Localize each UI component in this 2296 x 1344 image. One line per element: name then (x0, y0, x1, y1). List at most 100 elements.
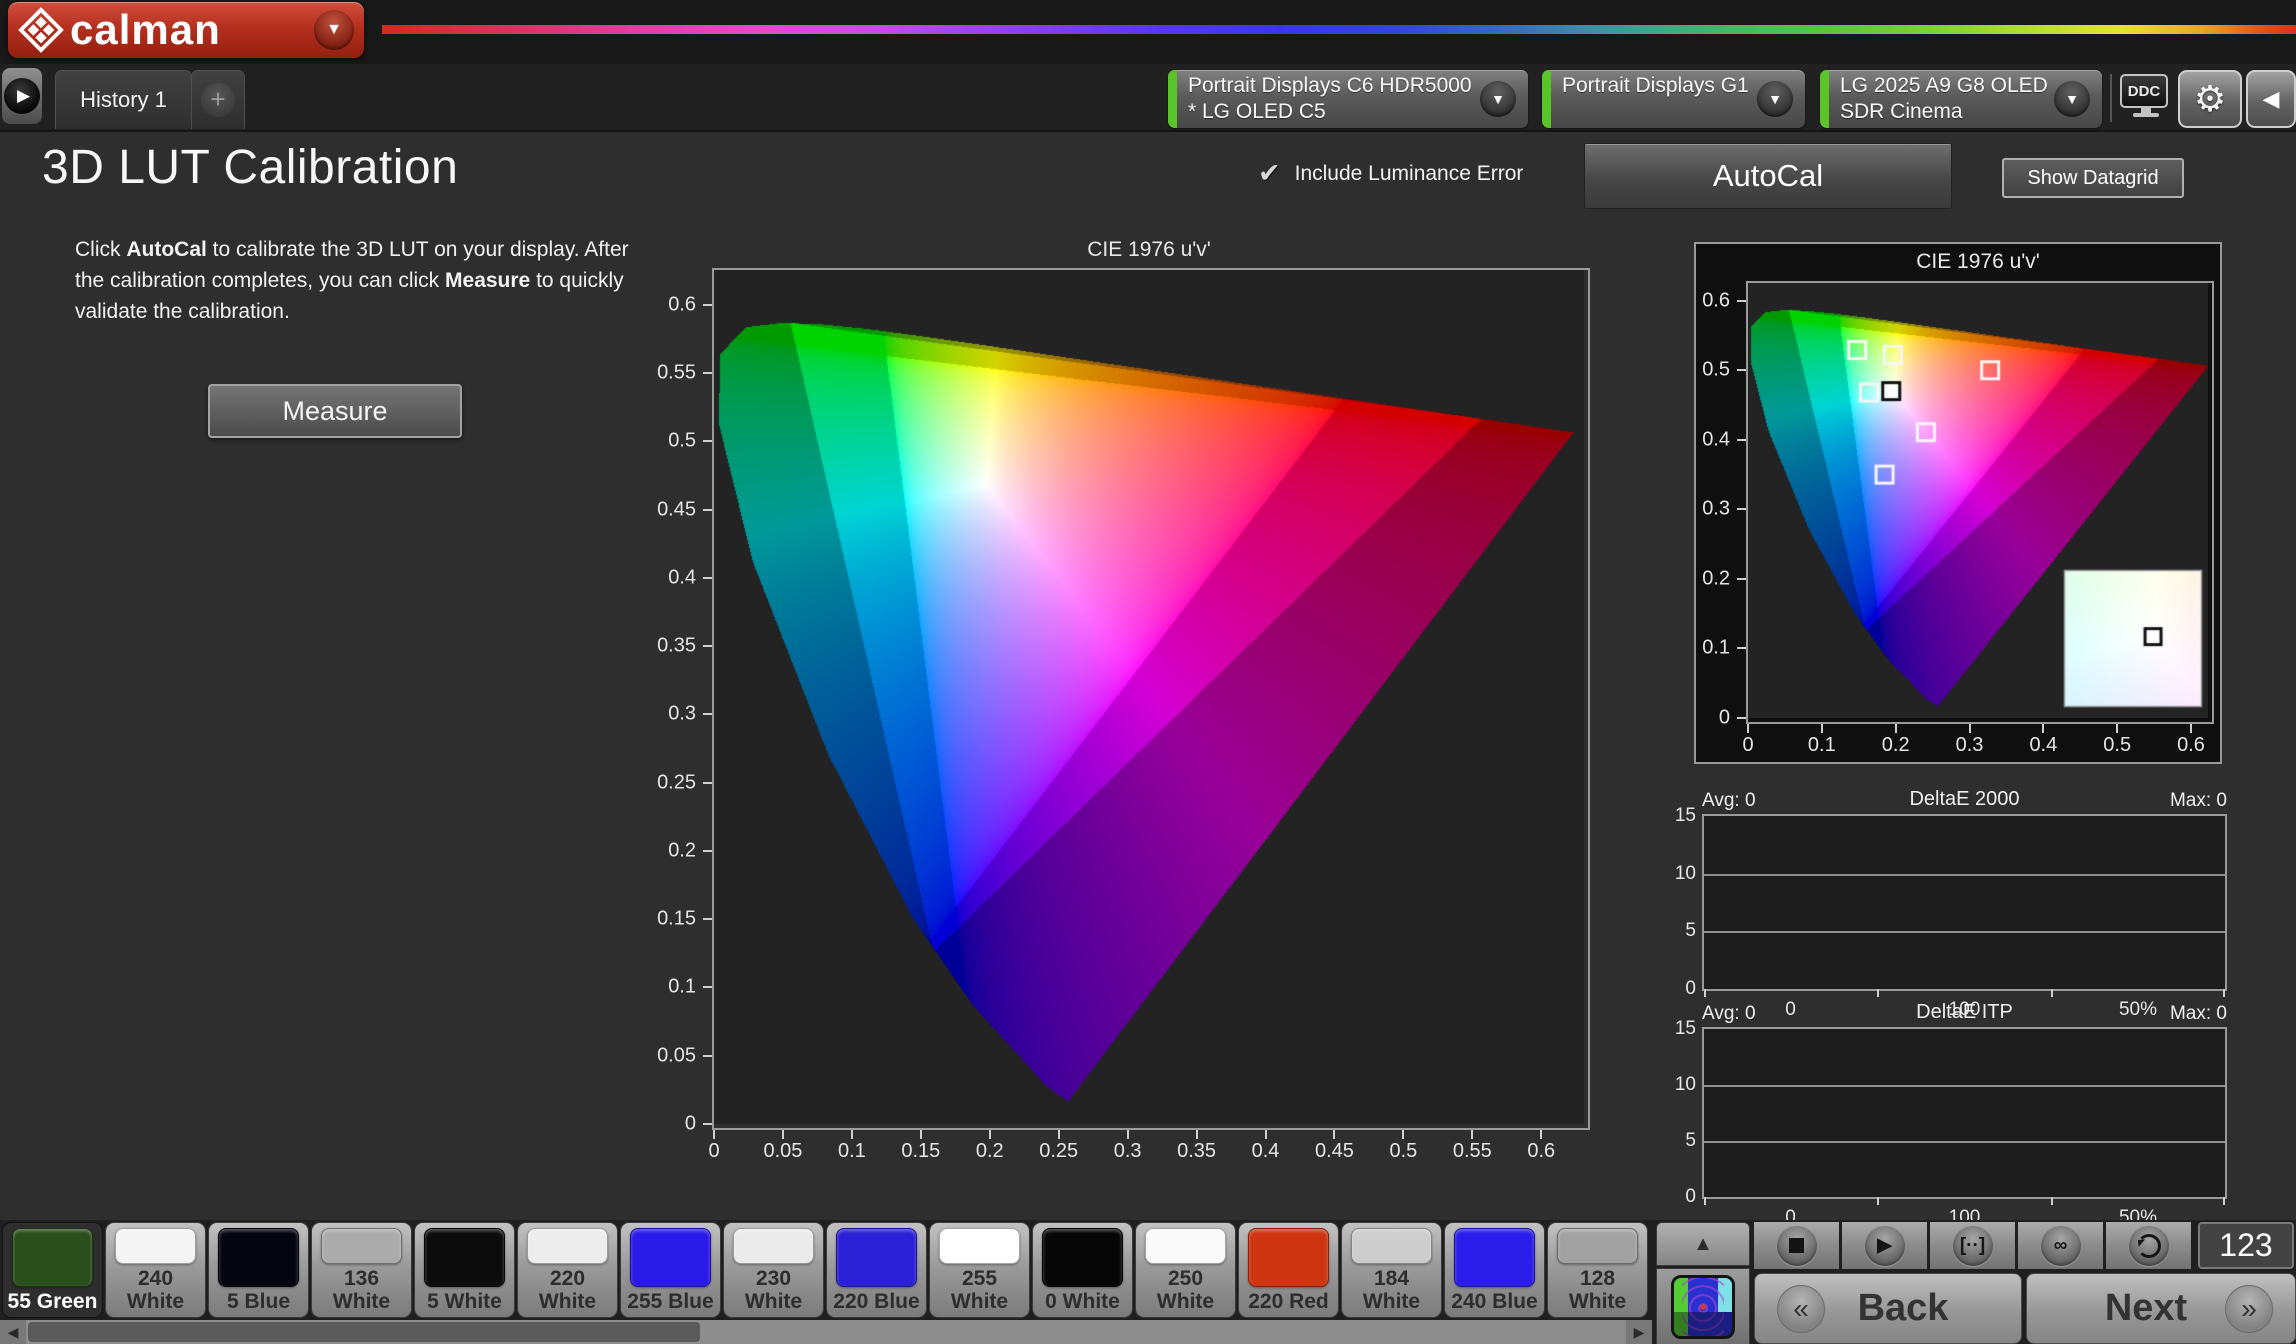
ddc-display-control-button[interactable]: DDC (2120, 74, 2172, 124)
test-patch-240-blue[interactable]: 240 Blue (1444, 1222, 1545, 1318)
test-patch-220-blue[interactable]: 220 Blue (826, 1222, 927, 1318)
play-button[interactable]: ▶ (1842, 1222, 1927, 1269)
x-axis: 00.050.10.150.20.250.30.350.40.450.50.55… (714, 1128, 1588, 1168)
chevron-down-icon[interactable]: ▼ (1480, 81, 1516, 117)
test-patch-136-white[interactable]: 136 White (311, 1222, 412, 1318)
y-axis: 00.050.10.150.20.250.30.350.40.450.50.55… (634, 270, 714, 1128)
test-patch-list: 55 Green240 White5 Blue136 White 5 White 2… (2, 1222, 1648, 1318)
measure-button[interactable]: Measure (208, 384, 462, 438)
test-patch-5-blue[interactable]: 5 Blue (208, 1222, 309, 1318)
y-tick-label: 0.3 (668, 703, 696, 726)
patch-scrollbar[interactable]: ◀ ▶ (0, 1320, 1652, 1344)
test-patch-220-red[interactable]: 220 Red (1238, 1222, 1339, 1318)
test-patch-5-white[interactable]: 5 White (414, 1222, 515, 1318)
logo-text: calman (70, 6, 314, 54)
cie-chromaticity-canvas (714, 270, 1584, 1124)
settings-gear-button[interactable]: ⚙ (2178, 70, 2242, 128)
deltae-plot-area: 15 10 5 0 0 100 50% (1702, 814, 2227, 991)
x-tick-label: 0.45 (1315, 1140, 1354, 1163)
patch-swatch (1454, 1228, 1535, 1287)
tab-history-1[interactable]: History 1 (55, 70, 192, 129)
patch-label: 5 White (419, 1290, 510, 1315)
y-tick-label: 5 (1685, 920, 1696, 942)
test-patch-250-white[interactable]: 250 White (1135, 1222, 1236, 1318)
pattern-window-button[interactable] (1656, 1268, 1750, 1344)
test-patch-255-blue[interactable]: 255 Blue (620, 1222, 721, 1318)
test-patch-184-white[interactable]: 184 White (1341, 1222, 1442, 1318)
meter-target: * LG OLED C5 (1188, 100, 1326, 124)
display-dropdown-lg-oled[interactable]: LG 2025 A9 G8 OLED SDR Cinema ▼ (1820, 70, 2102, 128)
calman-logo-menu-button[interactable]: calman ▼ (8, 2, 364, 58)
test-patch-0-white[interactable]: 0 White (1032, 1222, 1133, 1318)
scroll-left-icon[interactable]: ◀ (0, 1320, 26, 1344)
x-tick-label: 0.1 (1808, 734, 1836, 757)
y-axis: 00.10.20.30.40.50.6 (1668, 283, 1748, 722)
test-patch-230-white[interactable]: 230 White (723, 1222, 824, 1318)
meter-dropdown-c6[interactable]: Portrait Displays C6 HDR5000 * LG OLED C… (1168, 70, 1528, 128)
patch-swatch (1351, 1228, 1432, 1264)
refresh-button[interactable] (2106, 1222, 2191, 1269)
checkbox-checked-icon[interactable]: ✔ (1258, 158, 1281, 189)
patch-label: 0 White (1037, 1290, 1128, 1315)
back-button[interactable]: « Back (1754, 1273, 2022, 1344)
chevron-down-icon[interactable]: ▼ (314, 10, 354, 50)
patch-swatch (321, 1228, 402, 1264)
scroll-right-icon[interactable]: ▶ (1626, 1320, 1652, 1344)
x-tick-label: 0 (1742, 734, 1753, 757)
show-datagrid-button[interactable]: Show Datagrid (2002, 158, 2184, 198)
test-pattern-icon (1671, 1275, 1735, 1339)
next-button[interactable]: Next » (2026, 1273, 2296, 1344)
chevron-down-icon[interactable]: ▼ (1757, 81, 1793, 117)
pattern-list-up-button[interactable]: ▲ (1656, 1222, 1750, 1266)
chevron-down-icon[interactable]: ▼ (2054, 81, 2090, 117)
x-tick-label: 0.05 (763, 1140, 802, 1163)
y-tick-label: 0.6 (668, 293, 696, 316)
x-tick-label: 0.3 (1956, 734, 1984, 757)
include-luminance-label: Include Luminance Error (1295, 162, 1524, 186)
continuous-measure-button[interactable]: ∞ (2018, 1222, 2103, 1269)
transport-controls: ▶ [··] ∞ (1754, 1222, 2191, 1269)
y-tick-label: 10 (1675, 863, 1696, 885)
y-tick-label: 0 (1685, 1186, 1696, 1208)
test-patch-128-white[interactable]: 128 White (1547, 1222, 1648, 1318)
patch-label: 220 Blue (831, 1290, 922, 1315)
deltae-2000-chart: Avg: 0 DeltaE 2000 Max: 0 15 10 5 0 0 10… (1702, 790, 2227, 991)
calman-diamond-icon (18, 7, 64, 53)
y-tick-label: 0.6 (1702, 289, 1730, 312)
test-patch-255-white[interactable]: 255 White (929, 1222, 1030, 1318)
test-patch-55-green[interactable]: 55 Green (2, 1222, 103, 1318)
y-tick-label: 0.3 (1702, 498, 1730, 521)
meter-status-stripe (1820, 70, 1829, 128)
x-axis: 00.10.20.30.40.50.6 (1748, 722, 2212, 762)
divider (2110, 74, 2112, 122)
meter-dropdown-g1[interactable]: Portrait Displays G1 ▼ (1542, 70, 1805, 128)
meter-name: Portrait Displays G1 (1562, 74, 1749, 98)
collapse-right-panel-button[interactable]: ◀ (2246, 70, 2296, 128)
deltae-itp-chart: Avg: 0 DeltaE ITP Max: 0 15 10 5 0 0 100… (1702, 1003, 2227, 1199)
cie-small-chart: 00.10.20.30.40.50.6 00.10.20.30.40.50.6 (1746, 281, 2214, 724)
x-tick-label: 0.6 (1527, 1140, 1555, 1163)
y-tick-label: 0.4 (668, 566, 696, 589)
expand-left-panel-button[interactable]: ▶ (2, 68, 42, 124)
stop-button[interactable] (1754, 1222, 1839, 1269)
tab-bar: ▶ History 1 + Portrait Displays C6 HDR50… (0, 64, 2296, 132)
instructions-text: Click AutoCal to calibrate the 3D LUT on… (75, 234, 661, 327)
chevrons-left-icon: « (1777, 1285, 1825, 1333)
chart-title: CIE 1976 u'v' (1087, 238, 1211, 262)
patch-label: 184 White (1346, 1267, 1437, 1315)
x-tick-label: 0.2 (976, 1140, 1004, 1163)
test-patch-240-white[interactable]: 240 White (105, 1222, 206, 1318)
autocal-button[interactable]: AutoCal (1584, 143, 1952, 209)
add-tab-button[interactable]: + (191, 70, 245, 129)
plus-icon: + (201, 83, 235, 117)
x-tick-label: 0.4 (2029, 734, 2057, 757)
x-tick-label: 0.1 (838, 1140, 866, 1163)
scrollbar-thumb[interactable] (28, 1322, 700, 1342)
y-tick-label: 0.1 (1702, 637, 1730, 660)
next-label: Next (2065, 1287, 2187, 1330)
measurement-counter-button[interactable]: 123 (2198, 1222, 2294, 1269)
single-measure-button[interactable]: [··] (1930, 1222, 2015, 1269)
patch-label: 255 Blue (625, 1290, 716, 1315)
calman-app-window: calman ▼ ▶ History 1 + Portrait Displays… (0, 0, 2296, 1344)
test-patch-220-white[interactable]: 220 White (517, 1222, 618, 1318)
